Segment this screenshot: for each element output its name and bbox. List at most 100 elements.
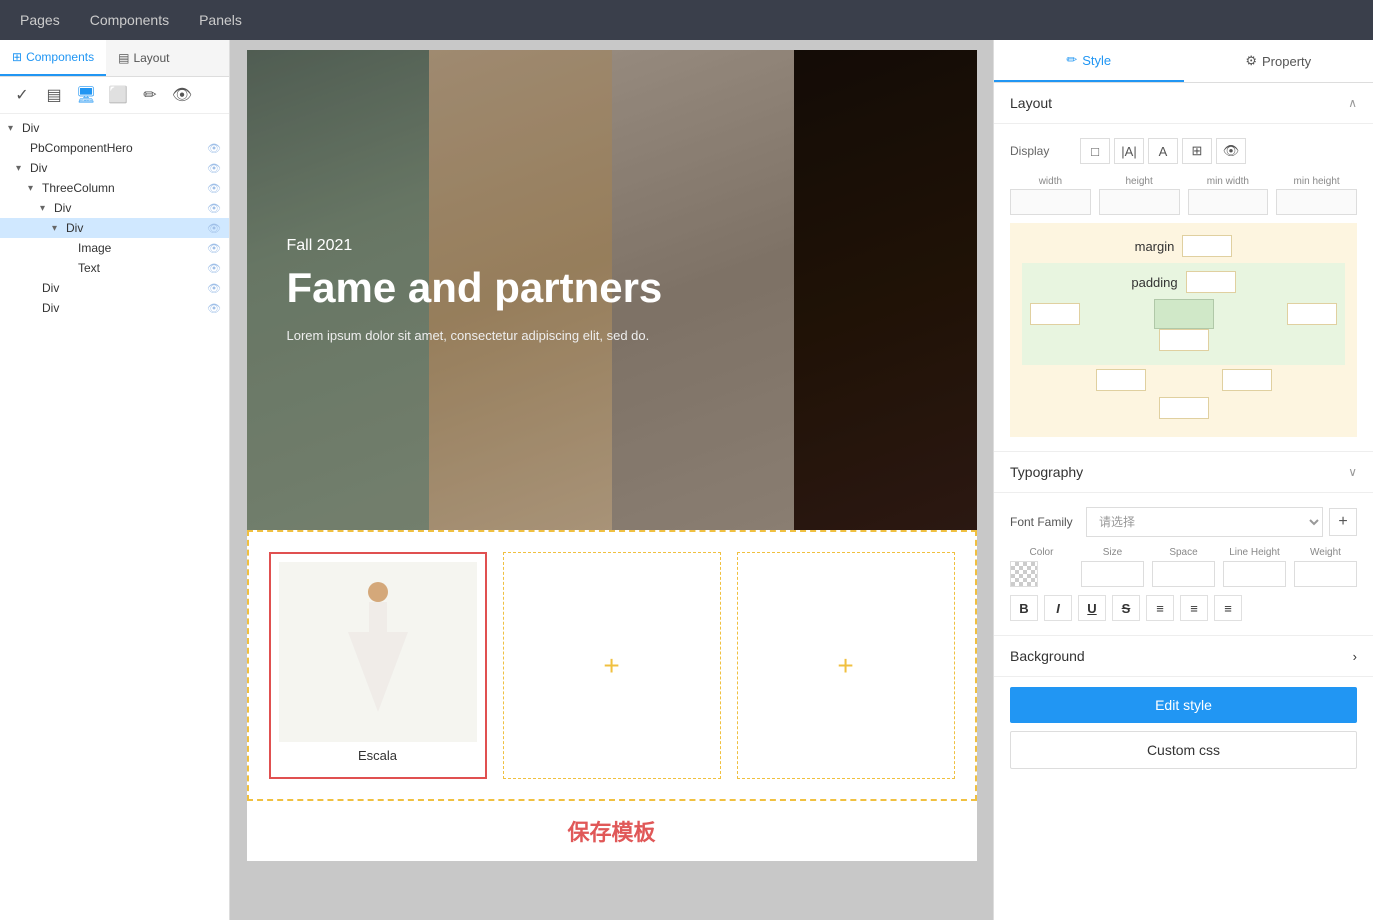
min-width-input[interactable] (1188, 189, 1269, 215)
margin-bottom-input[interactable] (1159, 397, 1209, 419)
tablet-icon[interactable]: ⬜ (106, 83, 130, 107)
align-left-button[interactable]: ≡ (1146, 595, 1174, 621)
display-btn-flex[interactable]: ⊞ (1182, 138, 1212, 164)
visibility-icon[interactable]: 👁 (207, 182, 221, 195)
visibility-icon[interactable]: 👁 (207, 282, 221, 295)
visibility-icon[interactable]: 👁 (207, 202, 221, 215)
color-swatch[interactable] (1010, 561, 1038, 587)
tree-item-pb-hero[interactable]: PbComponentHero 👁 (0, 138, 229, 158)
margin-right-input[interactable] (1222, 369, 1272, 391)
strikethrough-button[interactable]: S (1112, 595, 1140, 621)
display-label: Display (1010, 144, 1080, 158)
padding-top-input[interactable] (1186, 271, 1236, 293)
background-label: Background (1010, 648, 1085, 664)
display-btn-inline-block[interactable]: A (1148, 138, 1178, 164)
canvas-area: Fall 2021 Fame and partners Lorem ipsum … (230, 40, 993, 920)
space-input[interactable] (1152, 561, 1215, 587)
tab-components[interactable]: ⊞ Components (0, 40, 106, 76)
visibility-icon[interactable]: 👁 (207, 302, 221, 315)
tab-style[interactable]: ✏ Style (994, 40, 1184, 82)
visibility-icon[interactable]: 👁 (207, 142, 221, 155)
dress-skirt (348, 632, 408, 712)
bold-button[interactable]: B (1010, 595, 1038, 621)
weight-input[interactable] (1294, 561, 1357, 587)
padding-label: padding (1131, 275, 1177, 290)
visibility-icon[interactable]: 👁 (207, 162, 221, 175)
tree-item-label: Div (30, 161, 207, 175)
layout-section-body: Display □ |A| A ⊞ 👁 width height (994, 124, 1373, 452)
display-btn-none[interactable]: 👁 (1216, 138, 1246, 164)
tree-item-div-3[interactable]: Div 👁 (0, 278, 229, 298)
display-row: Display □ |A| A ⊞ 👁 (1010, 138, 1357, 164)
min-width-field: min width (1188, 176, 1269, 215)
toggle-icon: ▾ (16, 163, 30, 174)
line-height-input[interactable] (1223, 561, 1286, 587)
width-input[interactable] (1010, 189, 1091, 215)
display-btn-inline[interactable]: |A| (1114, 138, 1144, 164)
tree-item-div-root[interactable]: ▾ Div (0, 118, 229, 138)
font-family-row: Font Family 请选择 + (1010, 507, 1357, 537)
edit-style-button[interactable]: Edit style (1010, 687, 1357, 723)
right-panel-tabs: ✏ Style ⚙ Property (994, 40, 1373, 83)
doc-icon[interactable]: ▤ (42, 83, 66, 107)
typography-label: Typography (1010, 464, 1083, 480)
tree-item-div-selected[interactable]: ▾ Div 👁 (0, 218, 229, 238)
size-grid: width height min width min height (1010, 176, 1357, 215)
tree-item-label: ThreeColumn (42, 181, 207, 195)
edit-icon[interactable]: ✏ (138, 83, 162, 107)
tree-item-three-col[interactable]: ▾ ThreeColumn 👁 (0, 178, 229, 198)
nav-pages[interactable]: Pages (20, 12, 60, 28)
margin-left-input[interactable] (1096, 369, 1146, 391)
tab-property-label: Property (1262, 54, 1311, 69)
custom-css-button[interactable]: Custom css (1010, 731, 1357, 769)
layout-section-header[interactable]: Layout ∧ (994, 83, 1373, 124)
tree-item-image[interactable]: Image 👁 (0, 238, 229, 258)
underline-button[interactable]: U (1078, 595, 1106, 621)
typography-section-header[interactable]: Typography ∨ (994, 452, 1373, 493)
add-icon: + (837, 650, 853, 682)
card-1[interactable]: Escala (269, 552, 487, 779)
height-input[interactable] (1099, 189, 1180, 215)
align-right-button[interactable]: ≡ (1214, 595, 1242, 621)
tree-item-div-4[interactable]: Div 👁 (0, 298, 229, 318)
margin-top-input[interactable] (1182, 235, 1232, 257)
padding-bottom-input[interactable] (1159, 329, 1209, 351)
min-height-input[interactable] (1276, 189, 1357, 215)
desktop-icon[interactable]: 🖥 (74, 83, 98, 107)
format-row: B I U S ≡ ≡ ≡ (1010, 595, 1357, 621)
visibility-icon[interactable]: 👁 (207, 222, 221, 235)
font-family-select[interactable]: 请选择 (1086, 507, 1323, 537)
font-add-button[interactable]: + (1329, 508, 1357, 536)
save-bar: 保存模板 (247, 801, 977, 861)
margin-bottom-row (1022, 397, 1345, 419)
margin-label-row: margin (1022, 235, 1345, 257)
nav-panels[interactable]: Panels (199, 12, 242, 28)
tree-item-div-2[interactable]: ▾ Div 👁 (0, 198, 229, 218)
tab-layout[interactable]: ▤ Layout (106, 40, 181, 76)
visibility-icon[interactable]: 👁 (207, 262, 221, 275)
layout-icon: ▤ (118, 51, 129, 65)
tree-item-div-1[interactable]: ▾ Div 👁 (0, 158, 229, 178)
eye-icon[interactable]: 👁 (170, 83, 194, 107)
display-btn-block[interactable]: □ (1080, 138, 1110, 164)
typography-chevron-icon: ∨ (1348, 465, 1357, 479)
tab-property[interactable]: ⚙ Property (1184, 40, 1373, 82)
width-field: width (1010, 176, 1091, 215)
background-section-header[interactable]: Background › (994, 636, 1373, 677)
hero-section: Fall 2021 Fame and partners Lorem ipsum … (247, 50, 977, 530)
tab-components-label: Components (26, 50, 94, 64)
padding-right-input[interactable] (1287, 303, 1337, 325)
check-icon[interactable]: ✓ (10, 83, 34, 107)
align-center-button[interactable]: ≡ (1180, 595, 1208, 621)
padding-left-input[interactable] (1030, 303, 1080, 325)
card-2-empty[interactable]: + (503, 552, 721, 779)
tree-item-text[interactable]: Text 👁 (0, 258, 229, 278)
space-prop: Space (1152, 547, 1215, 587)
italic-button[interactable]: I (1044, 595, 1072, 621)
visibility-icon[interactable]: 👁 (207, 242, 221, 255)
nav-components[interactable]: Components (90, 12, 169, 28)
padding-box: padding (1022, 263, 1345, 365)
size-input[interactable] (1081, 561, 1144, 587)
card-3-empty[interactable]: + (737, 552, 955, 779)
three-col-section: Escala + + (247, 530, 977, 801)
